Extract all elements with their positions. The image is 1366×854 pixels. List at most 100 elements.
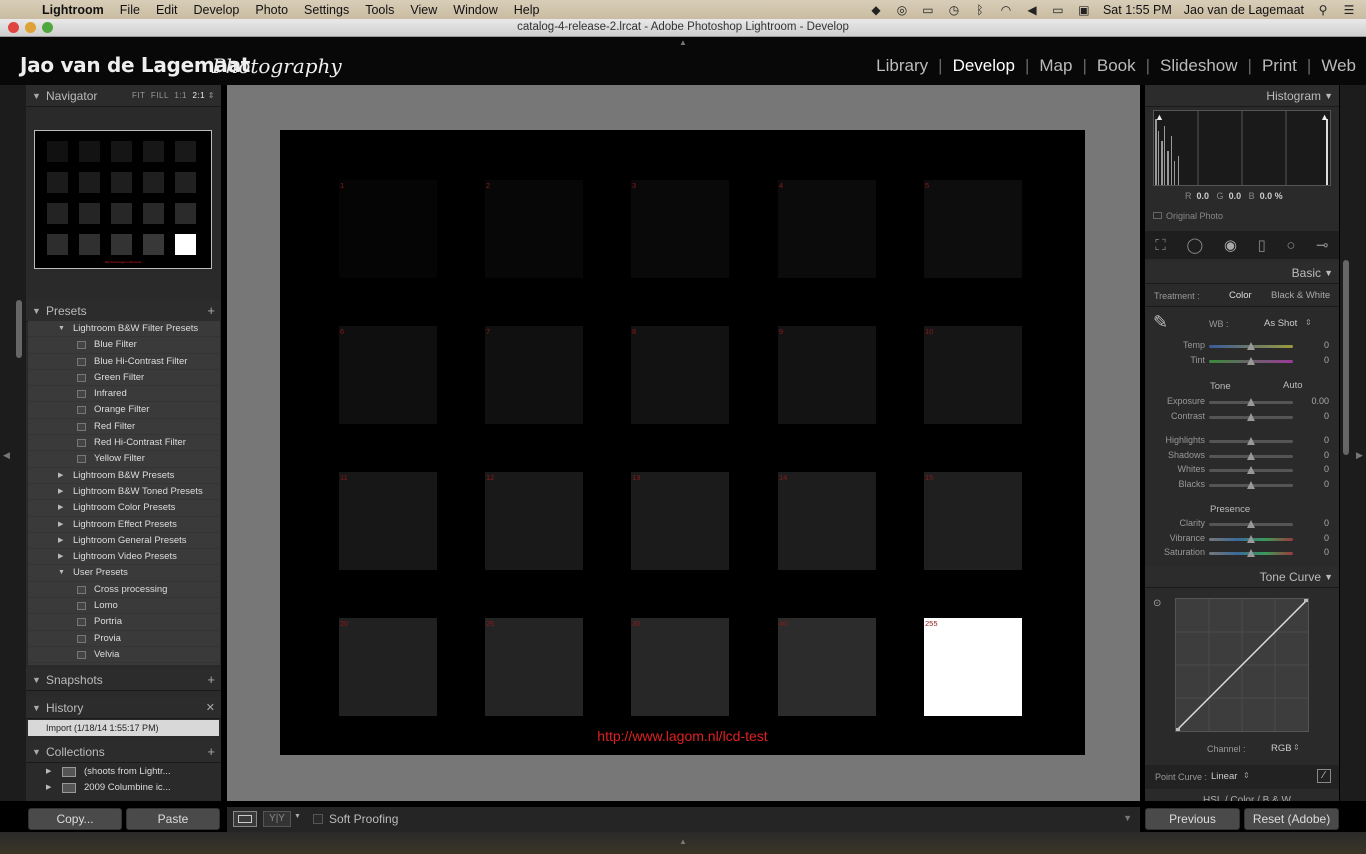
collapse-left-panel-icon[interactable]: ◀ (3, 450, 10, 461)
slider-value[interactable]: 0 (1324, 355, 1329, 365)
slider-value[interactable]: 0 (1324, 411, 1329, 421)
preset-folder[interactable]: ▶ Lightroom Video Presets (28, 549, 220, 566)
slider-knob[interactable] (1247, 398, 1255, 406)
toolbar-options-icon[interactable]: ▼ (1123, 813, 1132, 823)
clear-history-icon[interactable]: ✕ (206, 697, 215, 719)
zoom-fill[interactable]: FILL (151, 91, 169, 100)
folder-collapsed-icon[interactable]: ▶ (58, 533, 63, 549)
slider-track[interactable] (1209, 342, 1293, 350)
slider-track[interactable] (1209, 356, 1293, 365)
expand-arrow-icon[interactable]: ▶ (46, 764, 51, 780)
creative-cloud-icon[interactable]: ◎ (895, 4, 909, 16)
collapse-filmstrip-icon[interactable]: ▲ (679, 837, 687, 846)
slider-value[interactable]: 0 (1324, 435, 1329, 445)
add-preset-icon[interactable]: + (207, 300, 215, 322)
folder-expanded-icon[interactable]: ▼ (58, 565, 65, 581)
preset-item[interactable]: Velvia (28, 647, 220, 664)
folder-expanded-icon[interactable]: ▼ (58, 321, 65, 337)
original-photo-checkbox[interactable] (1153, 212, 1162, 219)
tone-curve-graph[interactable] (1175, 598, 1309, 732)
slider-knob[interactable] (1247, 412, 1255, 421)
navigator-header[interactable]: ▼ Navigator FIT FILL 1:1 2:1 ⇕ (26, 85, 221, 107)
edit-point-curve-icon[interactable]: ⁄ (1317, 769, 1331, 783)
zoom-stepper-icon[interactable]: ⇕ (208, 91, 215, 100)
history-header[interactable]: ▼ History ✕ (26, 697, 221, 719)
module-map[interactable]: Map (1029, 56, 1082, 76)
add-collection-icon[interactable]: + (207, 741, 215, 763)
slider-value[interactable]: 0 (1324, 518, 1329, 528)
folder-collapsed-icon[interactable]: ▶ (58, 517, 63, 533)
paste-settings-button[interactable]: Paste (126, 808, 220, 830)
slider-value[interactable]: 0.00 (1311, 396, 1329, 406)
treatment-color-option[interactable]: Color (1229, 290, 1252, 301)
preset-item[interactable]: Blue Hi-Contrast Filter (28, 354, 220, 370)
add-snapshot-icon[interactable]: + (207, 669, 215, 691)
preset-item[interactable]: Yellow Filter (28, 451, 220, 468)
slider-value[interactable]: 0 (1324, 450, 1329, 460)
crop-overlay-icon[interactable]: ⛶ (1155, 237, 1166, 254)
preset-folder[interactable]: ▶ Lightroom Effect Presets (28, 517, 220, 533)
soft-proofing-checkbox[interactable] (313, 814, 323, 824)
minimize-window-icon[interactable] (25, 22, 36, 33)
highlight-clipping-icon[interactable]: ▲ (1320, 112, 1329, 122)
module-print[interactable]: Print (1252, 56, 1307, 76)
collapse-right-panel-icon[interactable]: ▶ (1356, 450, 1363, 461)
targeted-adjustment-icon[interactable]: ⊙ (1153, 598, 1161, 609)
menu-develop[interactable]: Develop (194, 3, 240, 17)
snapshots-header[interactable]: ▼ Snapshots + (26, 669, 221, 691)
white-balance-selector-icon[interactable]: ✎ (1153, 312, 1168, 333)
slider-value[interactable]: 0 (1324, 533, 1329, 543)
input-menu-icon[interactable]: ▣ (1077, 4, 1091, 16)
preset-folder[interactable]: ▼ Lightroom B&W Filter Presets (28, 321, 220, 338)
expand-arrow-icon[interactable]: ▶ (46, 780, 51, 796)
radial-filter-icon[interactable]: ○ (1286, 237, 1295, 254)
preset-item[interactable]: Infrared (28, 386, 220, 403)
slider-value[interactable]: 0 (1324, 479, 1329, 489)
preset-folder[interactable]: ▶ Lightroom B&W Toned Presets (28, 484, 220, 501)
treatment-bw-option[interactable]: Black & White (1271, 290, 1330, 301)
slider-track[interactable] (1209, 437, 1293, 445)
slider-knob[interactable] (1247, 520, 1255, 528)
preset-folder[interactable]: ▶ Lightroom General Presets (28, 533, 220, 550)
channel-dropdown[interactable]: RGB (1271, 743, 1292, 754)
right-panel-scrollbar[interactable] (1343, 260, 1349, 455)
collections-header[interactable]: ▼ Collections + (26, 741, 221, 763)
slider-track[interactable] (1209, 481, 1293, 490)
adjustment-brush-icon[interactable]: ⊸ (1316, 236, 1329, 254)
collection-item[interactable]: ▶ (shoots from Lightr... (28, 764, 220, 780)
navigator-preview[interactable]: http://www.lagom.nl/lcd-test (34, 130, 212, 269)
slider-track[interactable] (1209, 412, 1293, 421)
module-book[interactable]: Book (1087, 56, 1146, 76)
collection-item[interactable]: ▶ 2009 Columbine ic... (28, 780, 220, 796)
slider-value[interactable]: 0 (1324, 547, 1329, 557)
loupe-view-icon[interactable] (233, 811, 257, 827)
slider-knob[interactable] (1247, 481, 1255, 490)
preset-item[interactable]: Lomo (28, 598, 220, 615)
notification-center-icon[interactable]: ☰ (1342, 4, 1356, 16)
preset-item[interactable]: Provia (28, 631, 220, 647)
menu-app[interactable]: Lightroom (42, 3, 104, 17)
preset-item[interactable]: Red Filter (28, 419, 220, 436)
menu-file[interactable]: File (120, 3, 140, 17)
photo-canvas[interactable]: http://www.lagom.nl/lcd-test 1 2 3 4 5 6 7 8 9 10… (227, 85, 1140, 801)
slider-track[interactable] (1209, 398, 1293, 406)
menu-edit[interactable]: Edit (156, 3, 178, 17)
red-eye-icon[interactable]: ◉ (1224, 236, 1237, 254)
left-panel-scrollbar[interactable] (16, 300, 22, 358)
menu-photo[interactable]: Photo (255, 3, 288, 17)
basic-header[interactable]: Basic ▼ (1145, 262, 1339, 284)
folder-collapsed-icon[interactable]: ▶ (58, 484, 63, 500)
zoom-fit[interactable]: FIT (132, 91, 146, 100)
slider-knob[interactable] (1247, 466, 1255, 475)
time-machine-icon[interactable]: ◷ (947, 4, 961, 16)
before-after-view-icon[interactable]: Y|Y (263, 811, 291, 827)
zoom-2-1[interactable]: 2:1 (192, 91, 205, 100)
slider-knob[interactable] (1247, 534, 1255, 543)
module-web[interactable]: Web (1311, 56, 1356, 76)
view-dropdown-icon[interactable]: ▼ (294, 813, 301, 820)
tone-curve-header[interactable]: Tone Curve ▼ (1145, 566, 1339, 588)
wifi-icon[interactable]: ◠ (999, 4, 1013, 16)
module-develop[interactable]: Develop (943, 56, 1025, 76)
menu-settings[interactable]: Settings (304, 3, 349, 17)
slider-track[interactable] (1209, 520, 1293, 528)
